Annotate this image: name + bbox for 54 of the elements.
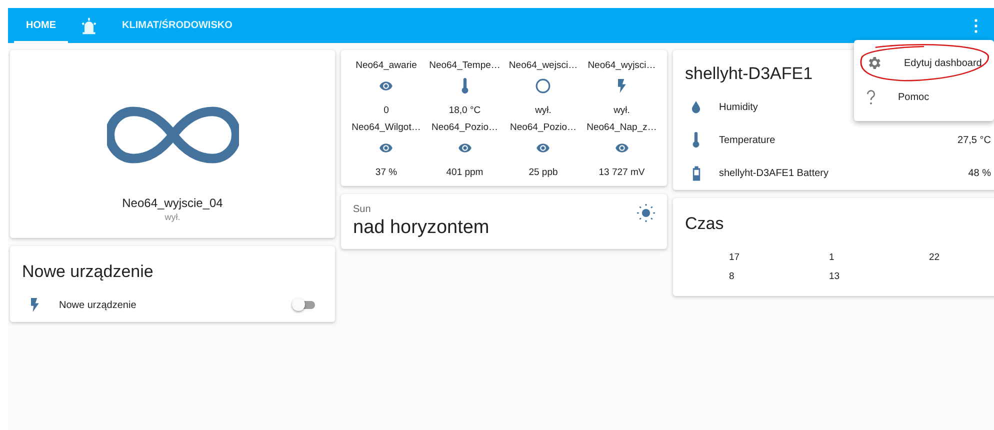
eye-icon (456, 141, 474, 155)
entity-state: wył. (164, 212, 180, 222)
eye-icon (534, 141, 552, 155)
time-value: 1 (829, 252, 836, 263)
entity-name[interactable]: Neo64_wyjsci… (588, 60, 656, 71)
sun-icon (637, 204, 655, 222)
eye-icon (612, 141, 631, 155)
time-value: 17 (729, 252, 741, 263)
card-title: Czas (684, 213, 725, 235)
card-title: Nowe urządzenie (21, 261, 154, 283)
entity-name[interactable]: Neo64_Wilgot… (352, 122, 421, 133)
entity-name[interactable]: Neo64_Tempe… (429, 60, 500, 71)
lightning-icon (617, 79, 626, 93)
thermometer-icon (692, 132, 700, 148)
droplet-icon (691, 101, 701, 114)
entity-name[interactable]: Neo64_Pozio… (510, 122, 577, 133)
entity-state: 37 % (375, 167, 398, 178)
eye-icon (377, 141, 396, 155)
entity-value: 48 % (968, 168, 991, 179)
time-value: 8 (729, 271, 736, 282)
entity-state: 0 (384, 105, 389, 116)
eye-icon (377, 79, 396, 93)
entity-name[interactable]: Temperature (719, 134, 940, 146)
entity-name[interactable]: Neo64_Pozio… (431, 122, 498, 133)
entity-state: 18,0 °C (448, 105, 481, 116)
entity-state: wył. (535, 105, 552, 116)
entity-name: Nowe urządzenie (59, 300, 138, 310)
menu-item[interactable]: Edytuj dashboard (854, 46, 994, 80)
thermometer-icon (460, 78, 469, 94)
menu-item[interactable]: Pomoc (854, 80, 994, 115)
entity-value: 27,5 °C (958, 134, 991, 146)
entity-name[interactable]: Neo64_Nap_z… (586, 122, 657, 133)
entity-name[interactable]: Neo64_wejsci… (508, 60, 578, 71)
entity-state: 13 727 mV (598, 167, 645, 178)
help-icon (866, 89, 876, 106)
entity-state: wył. (614, 105, 630, 116)
entity-name: Sun (353, 204, 372, 215)
entity-name[interactable]: shellyht-D3AFE1 Battery (719, 168, 950, 179)
entity-name: Neo64_wyjscie_04 (122, 196, 223, 210)
time-value: 13 (829, 271, 841, 282)
settings-icon (866, 55, 882, 71)
entity-state: 25 ppb (528, 167, 558, 178)
picture-card[interactable]: Neo64_wyjscie_04 wył. (10, 50, 335, 238)
alarm-light-icon (80, 16, 98, 34)
entity-state: 401 ppm (446, 167, 484, 178)
sun-card[interactable]: Sun nad horyzontem (341, 194, 667, 249)
battery-icon (692, 166, 700, 181)
entity-state: nad horyzontem (353, 217, 490, 239)
lightning-icon (30, 298, 39, 312)
entity-name[interactable]: Neo64_awarie (356, 60, 417, 71)
card-title: shellyht-D3AFE1 (685, 64, 813, 84)
toggle-switch[interactable] (295, 301, 315, 309)
time-value: 22 (929, 252, 941, 263)
circle-icon (535, 78, 552, 94)
